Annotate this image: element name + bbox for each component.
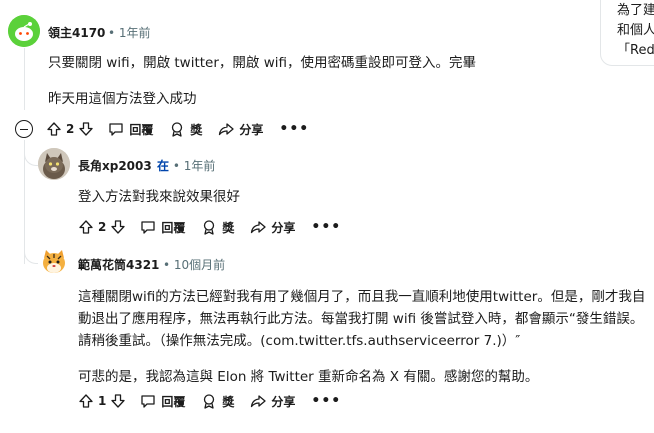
sidebar-line: 為了建 [617,3,654,18]
minus-icon [20,128,28,130]
comment-author[interactable]: 範萬花筒4321 [78,256,159,273]
comment-bubble-icon [141,395,156,408]
share-icon [251,395,267,408]
comment-paragraph: 登入方法對我來說效果很好 [78,189,240,205]
award-button[interactable]: 獎 [201,219,234,236]
comment-meta: • 1年前 [108,24,151,41]
comment-time[interactable]: 10個月前 [174,258,225,272]
share-label: 分享 [239,122,264,137]
upvote-icon[interactable] [46,121,62,137]
avatar[interactable] [38,246,70,278]
vote-group: 2 [46,121,94,137]
comment-meta: • 10個月前 [163,256,225,273]
award-label: 獎 [190,122,203,137]
reply-label: 回覆 [129,122,154,137]
share-icon [251,221,267,234]
award-label: 獎 [222,220,235,235]
award-button[interactable]: 獎 [169,121,202,138]
downvote-icon[interactable] [110,393,126,409]
reply-button[interactable]: 回覆 [108,121,153,138]
share-button[interactable]: 分享 [250,393,295,410]
op-badge: 在 [157,159,170,173]
meta-separator: • [108,26,116,40]
cat-avatar-icon [38,148,70,180]
comment-actions: 2 回覆 獎 分享 ••• [46,118,325,140]
meta-separator: • [172,159,180,173]
sidebar-card: 為了建 和個人 「Red [600,0,654,66]
award-icon [204,220,215,235]
comment-body: 這種關閉wifi的方法已經對我有用了幾個月了，而且我一直順利地使用twitter… [78,286,650,388]
upvote-icon[interactable] [78,219,94,235]
comment-actions: 1 回覆 獎 分享 ••• [78,390,357,412]
comment-time[interactable]: 1年前 [184,159,216,173]
share-button[interactable]: 分享 [250,219,295,236]
comment-meta: 在 • 1年前 [157,157,215,174]
comment-author[interactable]: 領主4170 [48,24,105,41]
comment-paragraph: 可悲的是，我認為這與 Elon 將 Twitter 重新命名為 X 有關。感謝您… [78,369,539,385]
award-icon [172,122,183,137]
reply-button[interactable]: 回覆 [140,393,185,410]
comment-body: 登入方法對我來說效果很好 [78,186,618,208]
reply-label: 回覆 [161,394,186,409]
avatar[interactable] [8,15,40,47]
more-options-button[interactable]: ••• [311,219,341,235]
share-label: 分享 [271,394,296,409]
more-options-button[interactable]: ••• [311,393,341,409]
snoo-avatar-icon [8,15,40,47]
thread-branch [24,248,38,264]
reply-label: 回覆 [161,220,186,235]
comment-time[interactable]: 1年前 [119,26,151,40]
reply-button[interactable]: 回覆 [140,219,185,236]
share-button[interactable]: 分享 [218,121,263,138]
thread-branch [24,150,38,166]
comment-paragraph: 這種關閉wifi的方法已經對我有用了幾個月了，而且我一直順利地使用twitter… [78,289,646,349]
vote-group: 2 [78,219,126,235]
comment-bubble-icon [141,221,156,234]
downvote-icon[interactable] [78,121,94,137]
share-icon [219,123,235,136]
comment-body: 只要關閉 wifi，開啟 twitter，開啟 wifi，使用密碼重設即可登入。… [48,52,588,110]
share-label: 分享 [271,220,296,235]
collapse-thread-button[interactable] [15,120,33,138]
vote-count: 2 [98,220,107,234]
avatar[interactable] [38,148,70,180]
vote-count: 2 [66,122,75,136]
vote-count: 1 [98,394,107,408]
comment-author[interactable]: 長角xp2003 [78,157,152,174]
award-button[interactable]: 獎 [201,393,234,410]
downvote-icon[interactable] [110,219,126,235]
thread-line [24,48,25,110]
comment-paragraph: 只要關閉 wifi，開啟 twitter，開啟 wifi，使用密碼重設即可登入。… [48,55,476,71]
vote-group: 1 [78,393,126,409]
award-icon [204,394,215,409]
award-label: 獎 [222,394,235,409]
more-options-button[interactable]: ••• [279,121,309,137]
sidebar-line: 「Red [617,43,654,58]
meta-separator: • [163,258,171,272]
comment-bubble-icon [109,123,124,136]
comment-paragraph: 昨天用這個方法登入成功 [48,91,197,107]
tiger-avatar-icon [38,246,70,278]
comment-actions: 2 回覆 獎 分享 ••• [78,216,357,238]
upvote-icon[interactable] [78,393,94,409]
sidebar-line: 和個人 [617,23,654,38]
